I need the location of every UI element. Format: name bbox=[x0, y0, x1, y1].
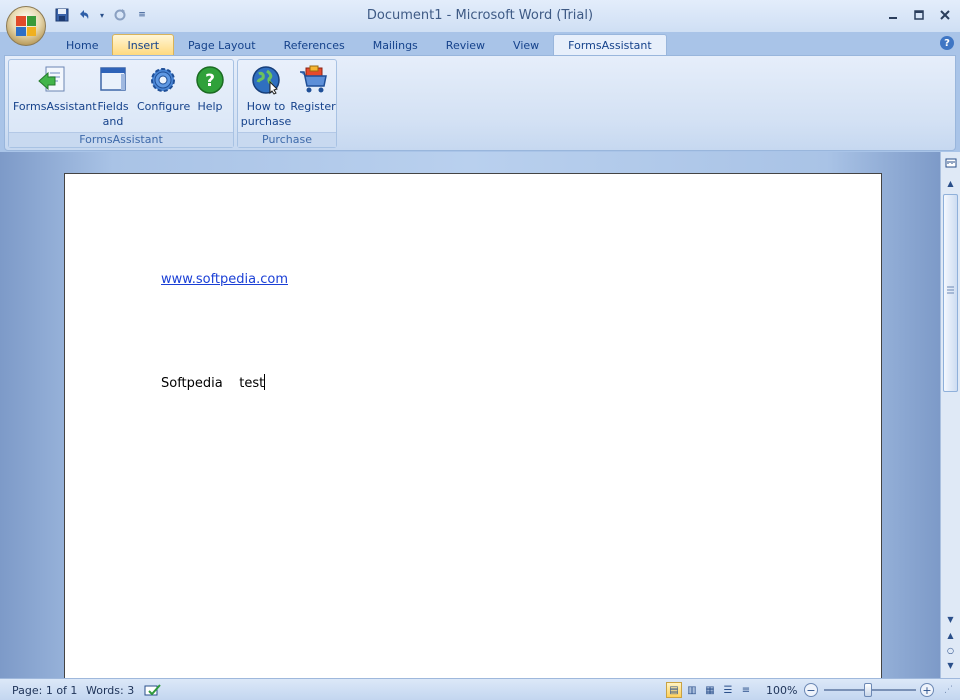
help-icon: ? bbox=[196, 66, 224, 94]
button-label: How to purchase bbox=[240, 100, 292, 128]
maximize-icon[interactable] bbox=[910, 6, 928, 24]
tab-label: Home bbox=[66, 38, 99, 52]
document-page[interactable]: www.softpedia.com Softpedia test bbox=[64, 173, 882, 683]
tab-view[interactable]: View bbox=[499, 34, 553, 56]
gear-icon bbox=[151, 68, 175, 92]
full-screen-reading-icon[interactable]: ▥ bbox=[684, 682, 700, 698]
document-text-content: Softpedia test bbox=[161, 376, 265, 391]
scroll-up-icon[interactable]: ▲ bbox=[943, 176, 958, 190]
tab-forms-assistant[interactable]: FormsAssistant bbox=[553, 34, 667, 56]
title-separator: - bbox=[446, 8, 452, 23]
button-label: FormsAssistant bbox=[13, 100, 97, 113]
draft-view-icon[interactable]: ≡ bbox=[738, 682, 754, 698]
forms-assistant-button[interactable]: FormsAssistant bbox=[13, 64, 97, 114]
group-forms-assistant: FormsAssistant Fields and Clips Configur… bbox=[8, 59, 234, 148]
text-caret bbox=[264, 374, 266, 390]
scroll-down-icon[interactable]: ▼ bbox=[943, 612, 958, 626]
zoom-out-icon[interactable]: − bbox=[804, 683, 818, 697]
button-label: Configure bbox=[137, 100, 191, 113]
previous-page-icon[interactable]: ▲ bbox=[943, 628, 958, 642]
shopping-cart-icon bbox=[300, 65, 327, 93]
tab-label: Review bbox=[445, 38, 486, 52]
fields-clips-icon bbox=[100, 67, 126, 91]
select-browse-object-icon[interactable]: ○ bbox=[943, 643, 958, 657]
document-text[interactable]: Softpedia test bbox=[161, 374, 266, 391]
zoom-slider-thumb[interactable] bbox=[864, 683, 872, 697]
configure-button[interactable]: Configure bbox=[137, 64, 191, 114]
tab-mailings[interactable]: Mailings bbox=[359, 34, 432, 56]
next-page-icon[interactable]: ▼ bbox=[943, 658, 958, 672]
help-button[interactable]: ? Help bbox=[189, 64, 231, 114]
document-name: Document1 bbox=[366, 8, 443, 23]
proofing-icon[interactable] bbox=[144, 682, 162, 698]
zoom-level[interactable]: 100% bbox=[766, 682, 797, 698]
resize-grip-icon[interactable]: ⋰ bbox=[944, 682, 953, 698]
group-label: FormsAssistant bbox=[9, 132, 233, 147]
group-label: Purchase bbox=[238, 132, 336, 147]
how-to-purchase-button[interactable]: How to purchase bbox=[240, 64, 292, 129]
minimize-icon[interactable] bbox=[884, 6, 902, 24]
vertical-scrollbar[interactable]: ▲ ▼ ▲ ○ ▼ bbox=[940, 152, 960, 678]
help-icon[interactable]: ? bbox=[940, 36, 954, 50]
tab-label: Mailings bbox=[372, 38, 418, 52]
globe-icon bbox=[252, 66, 280, 95]
scroll-thumb[interactable] bbox=[943, 194, 958, 392]
group-purchase: How to purchase Register Purchase bbox=[237, 59, 337, 148]
print-layout-icon[interactable]: ▤ bbox=[666, 682, 682, 698]
button-label: Help bbox=[197, 100, 223, 113]
status-bar: Page: 1 of 1 Words: 3 ▤ ▥ ▦ ☰ ≡ 100% − +… bbox=[0, 678, 960, 700]
tab-label: Page Layout bbox=[188, 38, 256, 52]
window-title: Document1 - Microsoft Word (Trial) bbox=[0, 8, 960, 23]
tab-page-layout[interactable]: Page Layout bbox=[174, 34, 270, 56]
tab-references[interactable]: References bbox=[270, 34, 359, 56]
tab-label: References bbox=[283, 38, 345, 52]
title-bar: ▾ ≡ Document1 - Microsoft Word (Trial) bbox=[0, 0, 960, 32]
word-count[interactable]: Words: 3 bbox=[86, 682, 134, 698]
close-icon[interactable] bbox=[936, 6, 954, 24]
tab-label: View bbox=[513, 38, 540, 52]
ribbon: FormsAssistant Fields and Clips Configur… bbox=[4, 55, 956, 151]
svg-text:?: ? bbox=[205, 71, 215, 91]
document-area: www.softpedia.com Softpedia test bbox=[0, 152, 940, 683]
button-label: Register bbox=[290, 100, 336, 113]
app-name: Microsoft Word (Trial) bbox=[455, 8, 594, 23]
tab-review[interactable]: Review bbox=[432, 34, 499, 56]
register-button[interactable]: Register bbox=[290, 64, 336, 114]
ruler-toggle-icon[interactable] bbox=[943, 156, 958, 170]
forms-assistant-icon bbox=[38, 66, 65, 92]
tab-label: FormsAssistant bbox=[568, 39, 652, 52]
ribbon-tabs: Home Insert Page Layout References Maili… bbox=[0, 32, 960, 56]
web-layout-icon[interactable]: ▦ bbox=[702, 682, 718, 698]
zoom-in-icon[interactable]: + bbox=[920, 683, 934, 697]
tab-home[interactable]: Home bbox=[52, 34, 112, 56]
office-button[interactable] bbox=[6, 6, 46, 46]
document-link[interactable]: www.softpedia.com bbox=[161, 272, 288, 287]
tab-insert[interactable]: Insert bbox=[112, 34, 175, 56]
window-controls bbox=[884, 6, 954, 24]
tab-label: Insert bbox=[127, 39, 160, 52]
outline-view-icon[interactable]: ☰ bbox=[720, 682, 736, 698]
office-logo-icon bbox=[16, 16, 36, 36]
page-count[interactable]: Page: 1 of 1 bbox=[12, 682, 77, 698]
